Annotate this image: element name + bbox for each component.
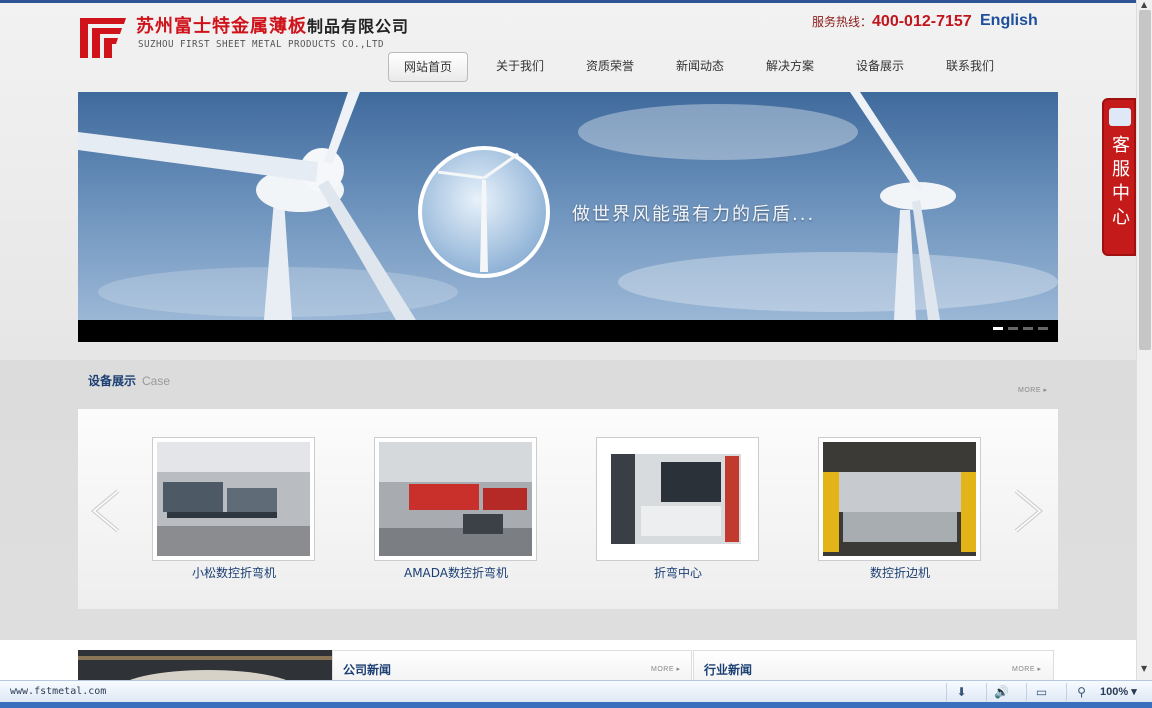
vertical-scrollbar[interactable]: ▲ ▼ <box>1136 0 1152 680</box>
status-url: www.fstmetal.com <box>10 686 107 697</box>
industry-news-more-link[interactable]: MORE ▸ <box>1012 665 1041 673</box>
equipment-section-title: 设备展示 Case <box>88 372 170 389</box>
carousel-next-icon[interactable] <box>1012 489 1046 533</box>
volume-icon[interactable]: 🔊 <box>986 683 1016 701</box>
slide-dot-1[interactable] <box>993 327 1003 330</box>
nav-item-contact[interactable]: 联系我们 <box>930 52 1010 82</box>
equipment-more-link[interactable]: MORE ▸ <box>1018 386 1047 394</box>
equipment-caption-3[interactable]: 折弯中心 <box>596 564 760 581</box>
equipment-title-cn: 设备展示 <box>88 374 137 388</box>
equipment-photo-1 <box>152 437 315 561</box>
window-icon[interactable]: ▭ <box>1026 683 1056 701</box>
equipment-photo-2 <box>374 437 537 561</box>
company-news-more-link[interactable]: MORE ▸ <box>651 665 680 673</box>
equipment-card-3[interactable]: 折弯中心 <box>596 437 760 581</box>
equipment-caption-2[interactable]: AMADA数控折弯机 <box>374 564 538 581</box>
zoom-level[interactable]: 100% ▾ <box>1100 685 1137 698</box>
equipment-card-2[interactable]: AMADA数控折弯机 <box>374 437 538 581</box>
download-icon[interactable]: ⬇ <box>946 683 976 701</box>
logo-mark-icon <box>80 18 126 58</box>
company-news-title[interactable]: 公司新闻 <box>343 661 391 678</box>
equipment-title-en: Case <box>142 374 171 388</box>
news-image[interactable] <box>78 650 332 680</box>
equipment-caption-1[interactable]: 小松数控折弯机 <box>152 564 316 581</box>
equipment-card-1[interactable]: 小松数控折弯机 <box>152 437 316 581</box>
slide-dot-2[interactable] <box>1008 327 1018 330</box>
top-accent-line <box>0 0 1136 3</box>
scrollbar-thumb[interactable] <box>1139 10 1151 350</box>
banner-image <box>78 92 1058 320</box>
chat-bubble-icon <box>1109 108 1131 126</box>
customer-service-tab[interactable]: 客服中心 <box>1102 98 1136 256</box>
slide-indicator <box>993 327 1048 330</box>
banner-slogan: 做世界风能强有力的后盾... <box>572 204 816 225</box>
equipment-carousel: 小松数控折弯机 AMADA数控折弯机 折弯中心 数控折边机 <box>78 408 1058 609</box>
zoom-icon[interactable]: ⚲ <box>1066 683 1096 701</box>
company-name-en: SUZHOU FIRST SHEET METAL PRODUCTS CO.,LT… <box>138 39 384 50</box>
hero-banner[interactable]: 做世界风能强有力的后盾... <box>78 92 1058 342</box>
company-name-cn: 苏州富士特金属薄板制品有限公司 <box>136 16 410 37</box>
slide-dot-4[interactable] <box>1038 327 1048 330</box>
company-logo[interactable]: 苏州富士特金属薄板制品有限公司 SUZHOU FIRST SHEET METAL… <box>78 12 408 62</box>
equipment-photo-4 <box>818 437 981 561</box>
equipment-caption-4[interactable]: 数控折边机 <box>818 564 982 581</box>
industry-news-panel: 行业新闻 MORE ▸ <box>693 650 1054 680</box>
nav-item-equipment[interactable]: 设备展示 <box>840 52 920 82</box>
slide-dot-3[interactable] <box>1023 327 1033 330</box>
equipment-photo-3 <box>596 437 759 561</box>
scroll-up-icon[interactable]: ▲ <box>1141 0 1147 9</box>
taskbar-edge <box>0 702 1152 708</box>
hotline-label: 服务热线： <box>812 15 873 29</box>
webpage: 苏州富士特金属薄板制品有限公司 SUZHOU FIRST SHEET METAL… <box>0 0 1136 680</box>
company-news-panel: 公司新闻 MORE ▸ <box>332 650 692 680</box>
browser-status-bar: www.fstmetal.com ⬇ 🔊 ▭ ⚲ 100% ▾ <box>0 680 1152 702</box>
english-link[interactable]: English <box>980 12 1038 30</box>
nav-item-honors[interactable]: 资质荣誉 <box>570 52 650 82</box>
industry-news-title[interactable]: 行业新闻 <box>704 661 752 678</box>
nav-item-news[interactable]: 新闻动态 <box>660 52 740 82</box>
nav-item-solutions[interactable]: 解决方案 <box>750 52 830 82</box>
carousel-prev-icon[interactable] <box>88 489 122 533</box>
nav-item-home[interactable]: 网站首页 <box>388 52 468 82</box>
scroll-down-icon[interactable]: ▼ <box>1141 664 1147 673</box>
equipment-card-4[interactable]: 数控折边机 <box>818 437 982 581</box>
hotline: 服务热线：400-012-7157 <box>812 13 972 31</box>
hotline-number: 400-012-7157 <box>872 13 972 30</box>
nav-item-about[interactable]: 关于我们 <box>480 52 560 82</box>
customer-service-label: 客服中心 <box>1112 135 1130 228</box>
